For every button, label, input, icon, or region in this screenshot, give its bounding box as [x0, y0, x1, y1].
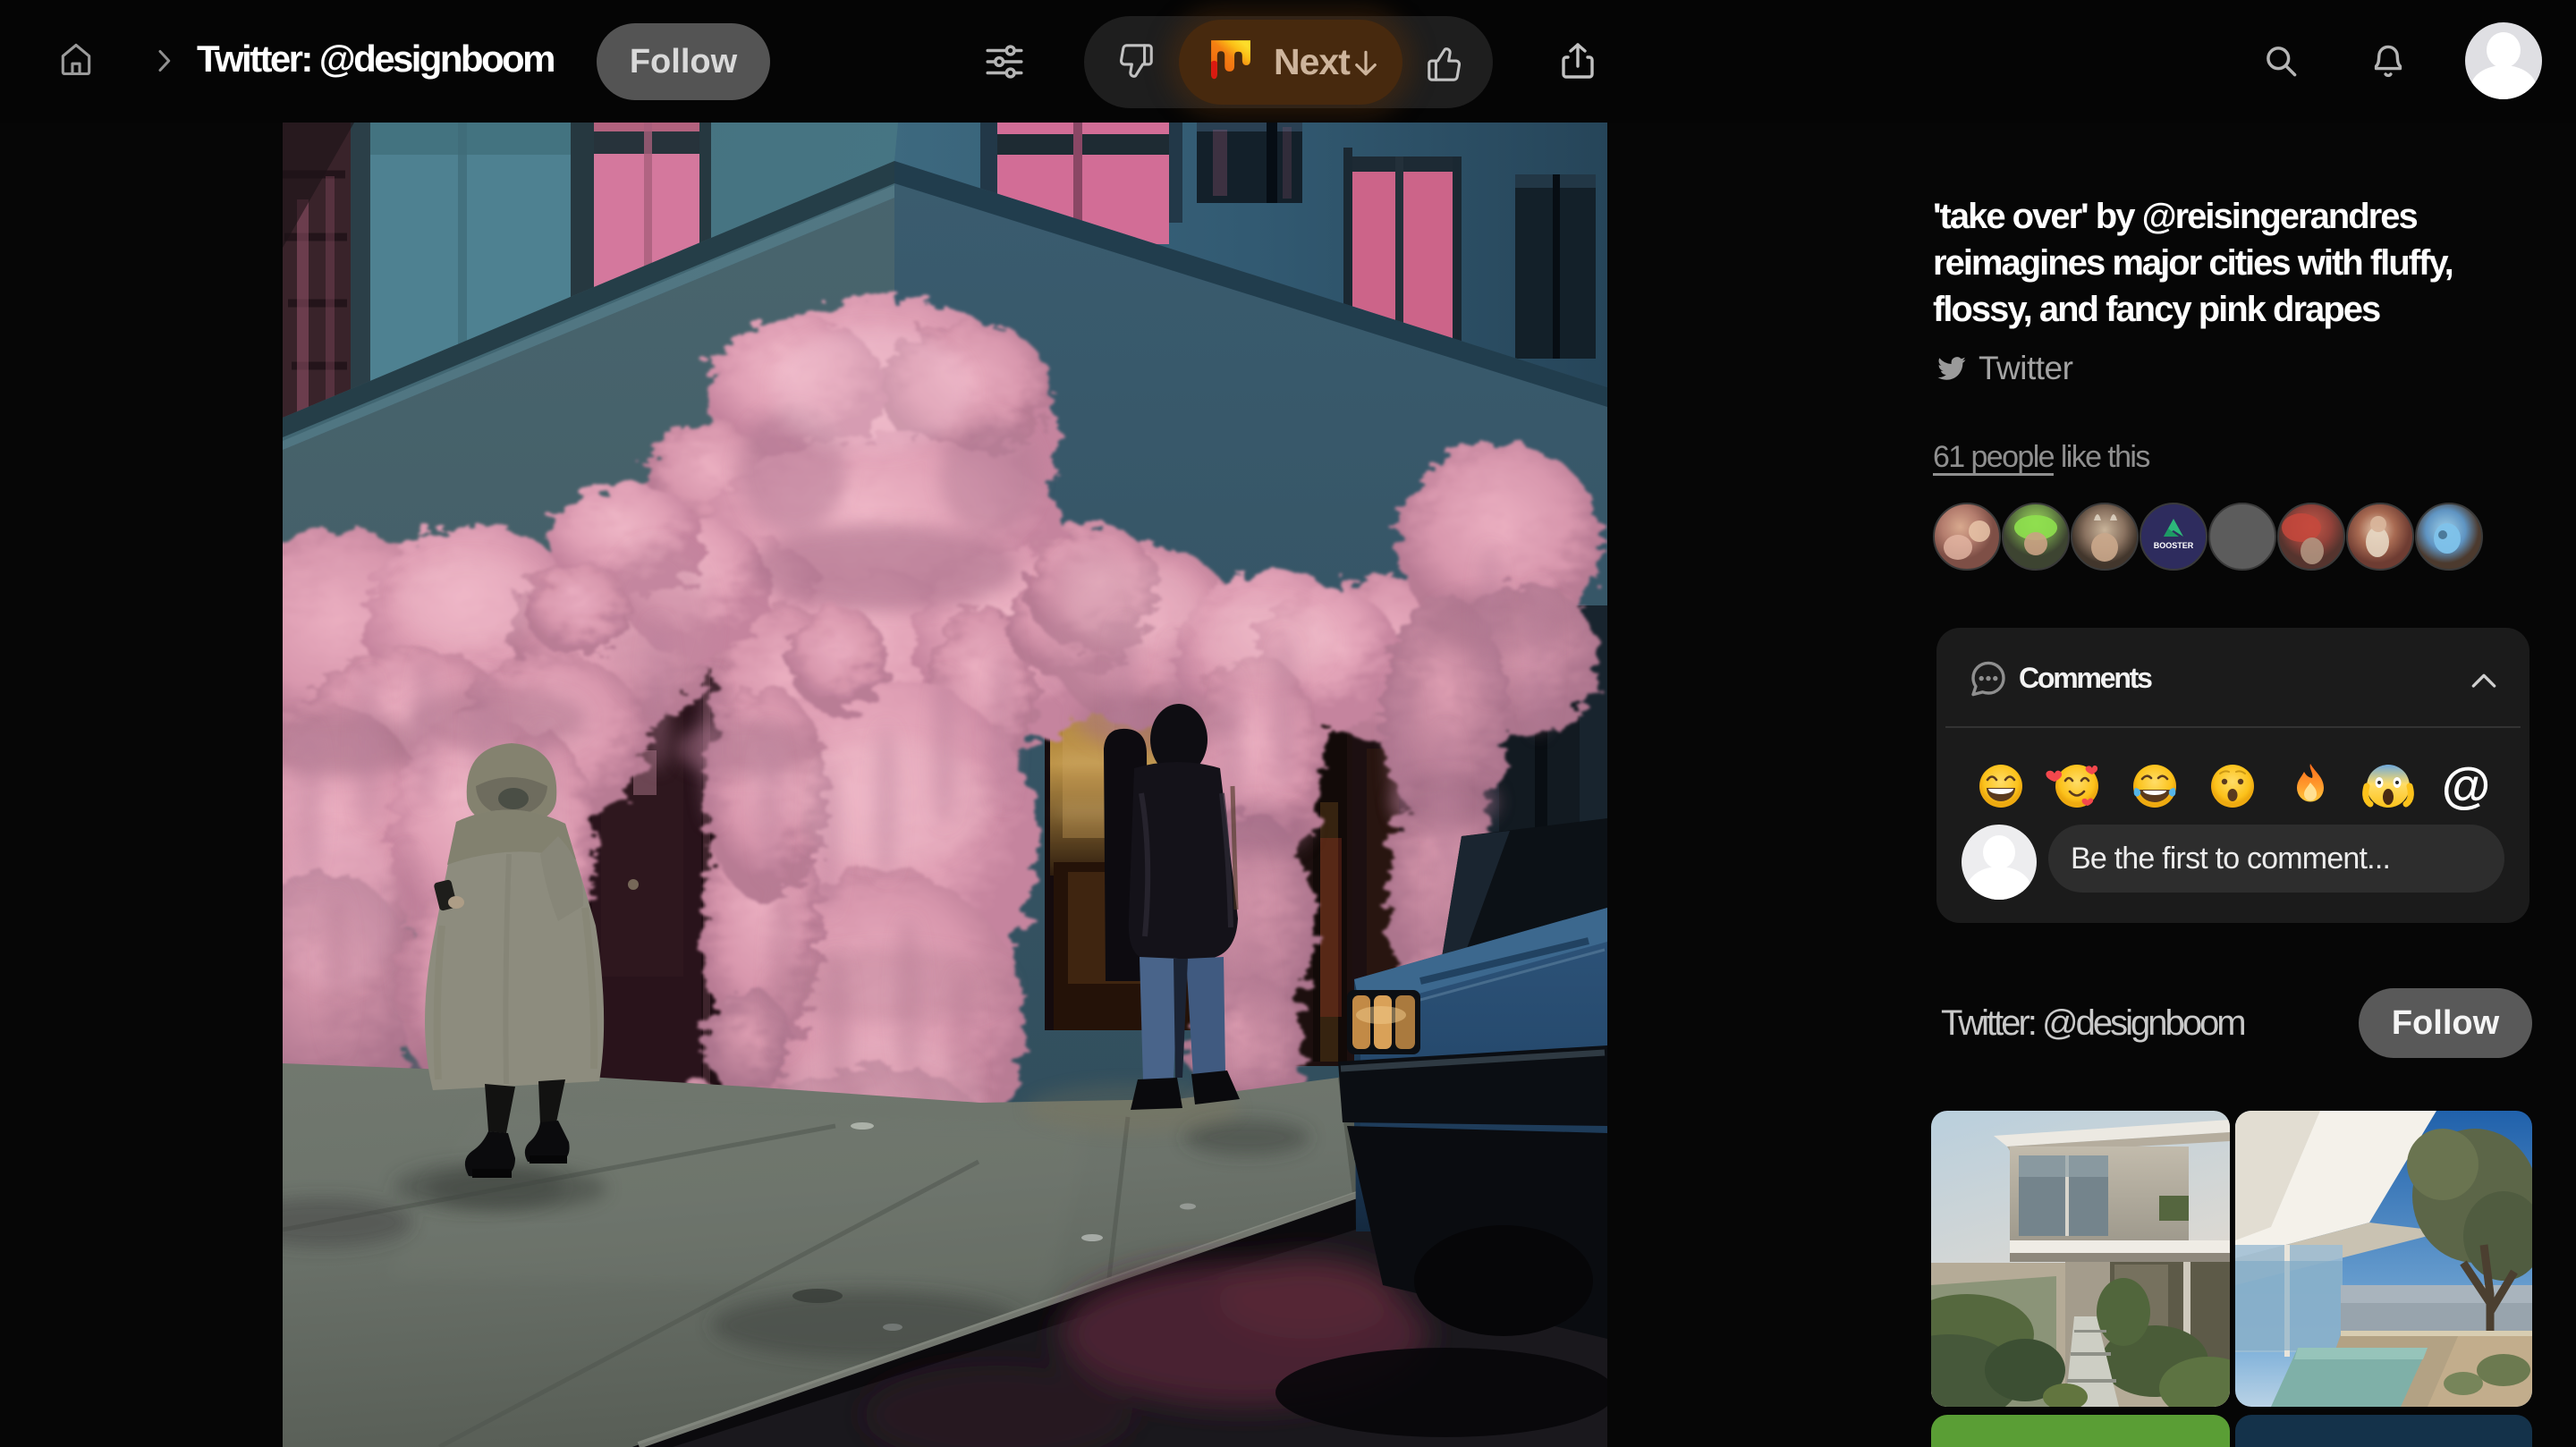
svg-text:@: @: [2442, 757, 2491, 813]
svg-text:BOOSTER: BOOSTER: [2154, 541, 2194, 550]
